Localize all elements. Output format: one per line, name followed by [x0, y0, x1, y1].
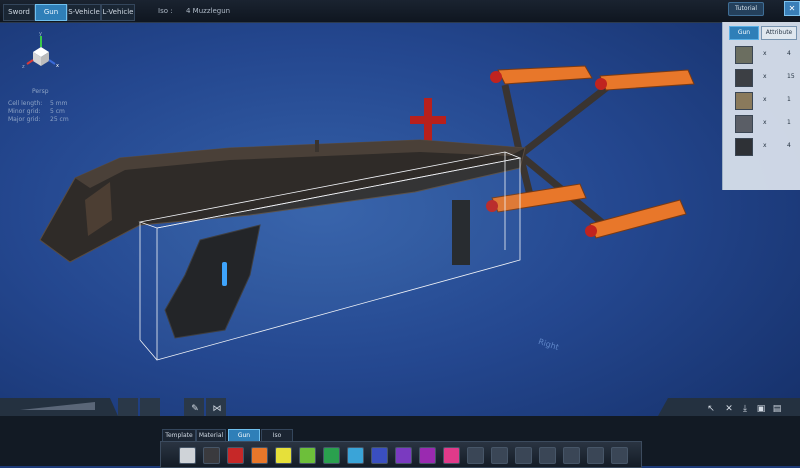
cross-icon[interactable]: ✕ — [722, 402, 736, 416]
panel-tab-attribute[interactable]: Attribute — [761, 26, 797, 40]
color-swatch[interactable] — [323, 447, 340, 464]
multiply-sign: x — [763, 119, 767, 126]
material-count: 4 — [787, 142, 791, 149]
material-thumbnail — [735, 138, 753, 156]
pen-icon[interactable]: ✎ — [188, 402, 202, 416]
material-count: 4 — [787, 50, 791, 57]
tab-sword[interactable]: Sword — [3, 4, 35, 21]
tab-l-vehicle[interactable]: L-Vehicle — [101, 4, 135, 21]
color-swatch[interactable] — [203, 447, 220, 464]
color-swatch[interactable] — [395, 447, 412, 464]
tab-s-vehicle[interactable]: S-Vehicle — [67, 4, 101, 21]
material-count: 1 — [787, 96, 791, 103]
image-icon[interactable]: ▣ — [754, 402, 768, 416]
grid-info-value: 5 cm — [50, 108, 65, 115]
gizmo-x-label: x — [56, 63, 59, 69]
material-thumbnail — [735, 115, 753, 133]
color-swatch[interactable] — [443, 447, 460, 464]
model-scene[interactable] — [0, 0, 800, 466]
multiply-sign: x — [763, 50, 767, 57]
grid-info-key: Cell length: — [8, 100, 43, 107]
material-panel: Gun Attribute x4 x 15 x1 x1 x4 — [722, 22, 800, 190]
color-swatch[interactable] — [371, 447, 388, 464]
color-swatch[interactable] — [539, 447, 556, 464]
grid-info-key: Major grid: — [8, 116, 41, 123]
material-row[interactable]: x4 — [731, 46, 793, 64]
file-name: 4 Muzzlegun — [186, 7, 231, 15]
color-palette — [160, 441, 642, 468]
color-swatch[interactable] — [419, 447, 436, 464]
color-swatch[interactable] — [251, 447, 268, 464]
material-thumbnail — [735, 69, 753, 87]
color-swatch[interactable] — [179, 447, 196, 464]
support-rod — [501, 84, 524, 156]
view-mode-label: Persp — [32, 88, 49, 95]
material-row[interactable]: x1 — [731, 115, 793, 133]
grid-info: Cell length: 5 mm Minor grid: 5 cm Major g… — [8, 100, 69, 124]
download-icon[interactable]: ⤓ — [738, 402, 752, 416]
panel-tab-gun[interactable]: Gun — [729, 26, 759, 40]
color-swatch[interactable] — [563, 447, 580, 464]
barrel-top-left — [490, 65, 593, 85]
color-swatch[interactable] — [515, 447, 532, 464]
gizmo-z-label: z — [22, 64, 25, 70]
color-swatch[interactable] — [611, 447, 628, 464]
color-swatch[interactable] — [299, 447, 316, 464]
material-row[interactable]: x4 — [731, 138, 793, 156]
multiply-sign: x — [763, 73, 767, 80]
color-swatch[interactable] — [467, 447, 484, 464]
save-icon[interactable]: ▤ — [770, 402, 784, 416]
mirror-icon[interactable]: ⋈ — [210, 402, 224, 416]
material-count: 1 — [787, 119, 791, 126]
cursor-icon[interactable]: ↖ — [704, 402, 718, 416]
color-swatch[interactable] — [227, 447, 244, 464]
grid-info-key: Minor grid: — [8, 108, 41, 115]
bottom-button — [140, 398, 160, 416]
grid-info-value: 5 mm — [50, 100, 68, 107]
material-count: 15 — [787, 73, 795, 80]
color-swatch[interactable] — [491, 447, 508, 464]
material-row[interactable]: x 15 — [731, 69, 795, 87]
grid-info-value: 25 cm — [50, 116, 69, 123]
multiply-sign: x — [763, 142, 767, 149]
iso-label: Iso : — [158, 7, 173, 15]
material-row[interactable]: x1 — [731, 92, 793, 110]
gizmo-y-label: y — [39, 31, 42, 37]
color-swatch[interactable] — [275, 447, 292, 464]
bottom-button — [118, 398, 138, 416]
material-thumbnail — [735, 46, 753, 64]
color-swatch[interactable] — [347, 447, 364, 464]
barrel-top-right — [595, 69, 695, 91]
support-rod — [517, 82, 613, 158]
color-swatch[interactable] — [587, 447, 604, 464]
tab-gun[interactable]: Gun — [35, 4, 67, 21]
material-thumbnail — [735, 92, 753, 110]
multiply-sign: x — [763, 96, 767, 103]
close-icon[interactable]: ✕ — [784, 1, 800, 16]
axis-gizmo[interactable]: y z x — [18, 30, 64, 76]
tutorial-button[interactable]: Tutorial — [728, 2, 764, 16]
top-bar: Sword Gun S-Vehicle L-Vehicle Iso : 4 Mu… — [0, 0, 800, 23]
3d-viewport[interactable] — [0, 0, 800, 466]
